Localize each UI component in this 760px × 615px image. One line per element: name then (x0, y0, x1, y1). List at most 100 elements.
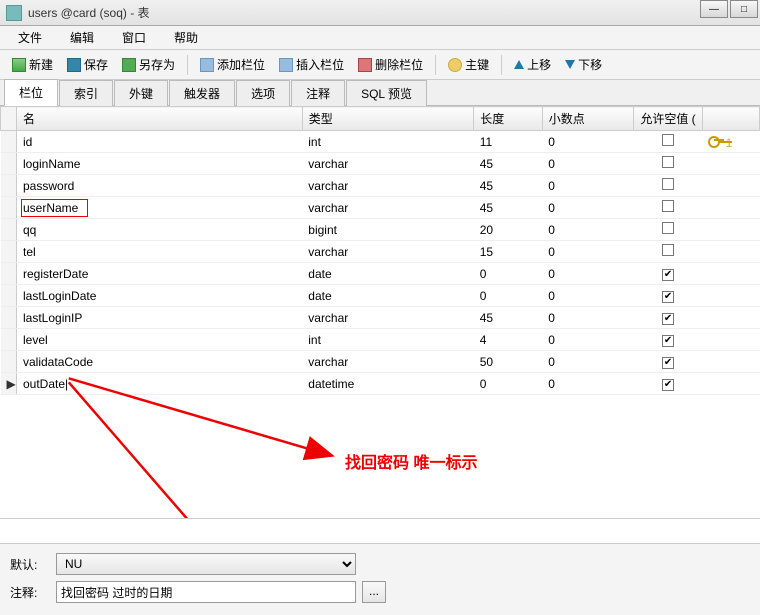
table-row[interactable]: userNamevarchar450 (1, 197, 760, 219)
menu-window[interactable]: 窗口 (108, 29, 160, 46)
cell-decimals[interactable]: 0 (542, 329, 633, 351)
cell-name[interactable]: lastLoginDate (17, 285, 303, 307)
cell-name[interactable]: validataCode (17, 351, 303, 373)
add-column-button[interactable]: 添加栏位 (194, 54, 271, 75)
cell-name[interactable]: qq (17, 219, 303, 241)
cell-decimals[interactable]: 0 (542, 153, 633, 175)
cell-decimals[interactable]: 0 (542, 351, 633, 373)
cell-type[interactable]: varchar (302, 153, 473, 175)
cell-type[interactable]: bigint (302, 219, 473, 241)
tab-indexes[interactable]: 索引 (59, 80, 113, 106)
cell-type[interactable]: date (302, 263, 473, 285)
cell-length[interactable]: 4 (474, 329, 543, 351)
table-row[interactable]: registerDatedate00 (1, 263, 760, 285)
tab-foreign[interactable]: 外键 (114, 80, 168, 106)
table-row[interactable]: telvarchar150 (1, 241, 760, 263)
table-row[interactable]: qqbigint200 (1, 219, 760, 241)
table-row[interactable]: passwordvarchar450 (1, 175, 760, 197)
cell-length[interactable]: 15 (474, 241, 543, 263)
cell-key[interactable] (702, 329, 759, 351)
comment-more-button[interactable]: ... (362, 581, 386, 603)
cell-type[interactable]: int (302, 329, 473, 351)
maximize-button[interactable]: □ (730, 0, 758, 18)
cell-name[interactable]: tel (17, 241, 303, 263)
table-row[interactable]: lastLoginIPvarchar450 (1, 307, 760, 329)
move-up-button[interactable]: 上移 (508, 54, 557, 75)
cell-allow-null[interactable] (634, 285, 703, 307)
cell-allow-null[interactable] (634, 241, 703, 263)
cell-name[interactable]: password (17, 175, 303, 197)
insert-column-button[interactable]: 插入栏位 (273, 54, 350, 75)
cell-name[interactable]: id (17, 131, 303, 153)
menu-help[interactable]: 帮助 (160, 29, 212, 46)
tab-options[interactable]: 选项 (236, 80, 290, 106)
table-row[interactable]: ▶outDate|datetime00 (1, 373, 760, 395)
cell-allow-null[interactable] (634, 351, 703, 373)
cell-key[interactable] (702, 263, 759, 285)
checkbox-icon[interactable] (662, 335, 674, 347)
save-button[interactable]: 保存 (61, 54, 114, 75)
cell-type[interactable]: date (302, 285, 473, 307)
checkbox-icon[interactable] (662, 291, 674, 303)
header-allow-null[interactable]: 允许空值 ( (634, 107, 703, 131)
cell-key[interactable] (702, 219, 759, 241)
cell-key[interactable] (702, 307, 759, 329)
checkbox-icon[interactable] (662, 357, 674, 369)
header-decimals[interactable]: 小数点 (542, 107, 633, 131)
cell-key[interactable] (702, 351, 759, 373)
menu-file[interactable]: 文件 (4, 29, 56, 46)
checkbox-icon[interactable] (662, 156, 674, 168)
checkbox-icon[interactable] (662, 269, 674, 281)
minimize-button[interactable]: — (700, 0, 728, 18)
cell-key[interactable] (702, 197, 759, 219)
cell-name[interactable]: registerDate (17, 263, 303, 285)
table-row[interactable]: loginNamevarchar450 (1, 153, 760, 175)
cell-type[interactable]: datetime (302, 373, 473, 395)
cell-decimals[interactable]: 0 (542, 197, 633, 219)
cell-type[interactable]: varchar (302, 307, 473, 329)
cell-allow-null[interactable] (634, 329, 703, 351)
cell-length[interactable]: 11 (474, 131, 543, 153)
header-name[interactable]: 名 (17, 107, 303, 131)
cell-length[interactable]: 0 (474, 263, 543, 285)
cell-length[interactable]: 0 (474, 373, 543, 395)
cell-allow-null[interactable] (634, 131, 703, 153)
checkbox-icon[interactable] (662, 313, 674, 325)
cell-name[interactable]: level (17, 329, 303, 351)
cell-name[interactable]: loginName (17, 153, 303, 175)
cell-name[interactable]: lastLoginIP (17, 307, 303, 329)
cell-length[interactable]: 45 (474, 307, 543, 329)
menu-edit[interactable]: 编辑 (56, 29, 108, 46)
cell-decimals[interactable]: 0 (542, 131, 633, 153)
table-row[interactable]: lastLoginDatedate00 (1, 285, 760, 307)
cell-type[interactable]: varchar (302, 175, 473, 197)
cell-length[interactable]: 50 (474, 351, 543, 373)
checkbox-icon[interactable] (662, 200, 674, 212)
header-type[interactable]: 类型 (302, 107, 473, 131)
cell-length[interactable]: 45 (474, 175, 543, 197)
checkbox-icon[interactable] (662, 178, 674, 190)
cell-length[interactable]: 45 (474, 153, 543, 175)
checkbox-icon[interactable] (662, 134, 674, 146)
cell-decimals[interactable]: 0 (542, 175, 633, 197)
cell-decimals[interactable]: 0 (542, 263, 633, 285)
cell-allow-null[interactable] (634, 153, 703, 175)
cell-type[interactable]: varchar (302, 351, 473, 373)
cell-key[interactable] (702, 373, 759, 395)
checkbox-icon[interactable] (662, 222, 674, 234)
cell-length[interactable]: 45 (474, 197, 543, 219)
cell-allow-null[interactable] (634, 197, 703, 219)
cell-decimals[interactable]: 0 (542, 241, 633, 263)
tab-columns[interactable]: 栏位 (4, 79, 58, 106)
table-row[interactable]: levelint40 (1, 329, 760, 351)
move-down-button[interactable]: 下移 (559, 54, 608, 75)
cell-key[interactable]: 1 (702, 131, 759, 153)
primary-key-button[interactable]: 主键 (442, 54, 495, 75)
default-select[interactable]: NU (56, 553, 356, 575)
cell-decimals[interactable]: 0 (542, 285, 633, 307)
tab-sql[interactable]: SQL 预览 (346, 80, 427, 106)
cell-length[interactable]: 20 (474, 219, 543, 241)
cell-allow-null[interactable] (634, 263, 703, 285)
cell-decimals[interactable]: 0 (542, 373, 633, 395)
checkbox-icon[interactable] (662, 379, 674, 391)
